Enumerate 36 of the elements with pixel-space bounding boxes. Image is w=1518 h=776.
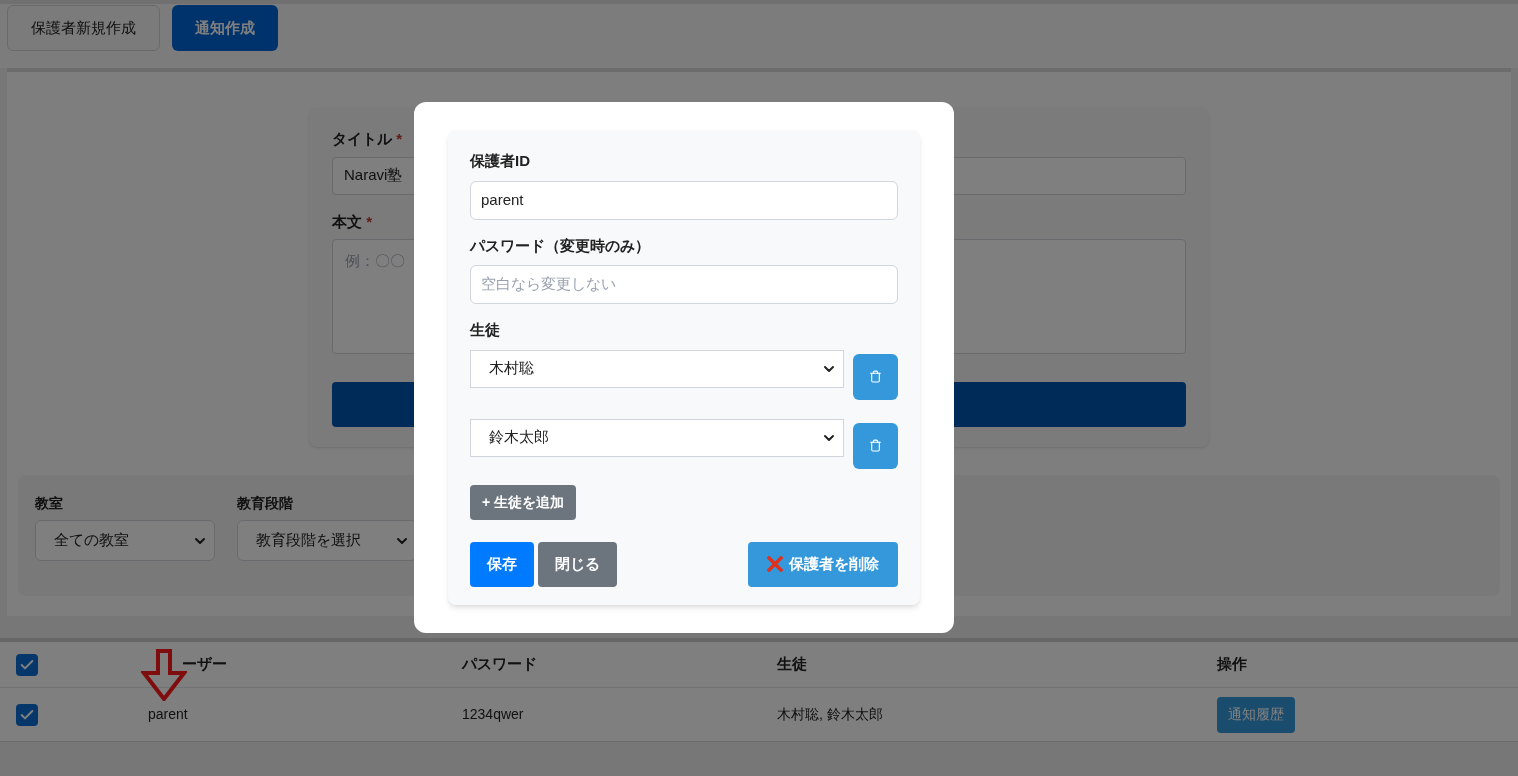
column-header: 操作 — [1217, 655, 1247, 673]
table-cell-text: 1234qwer — [462, 705, 525, 724]
filter-label: 教室 — [35, 494, 64, 513]
table-cell-text: parent — [148, 705, 189, 724]
column-header: パスワード — [462, 655, 537, 673]
filter-select[interactable]: 教育段階を選択 — [237, 520, 417, 561]
cross-icon — [767, 556, 783, 572]
delete-student-button[interactable] — [853, 422, 898, 469]
field-label: 保護者ID — [470, 151, 531, 171]
student-select[interactable]: 木村聡 — [470, 349, 844, 388]
checkbox[interactable] — [16, 703, 38, 726]
required-mark: * — [396, 130, 402, 147]
close-button[interactable]: 閉じる — [538, 541, 617, 587]
password-input[interactable]: 空白なら変更しない — [470, 265, 898, 304]
column-header: ーザー — [182, 655, 227, 673]
id-input[interactable]: parent — [470, 180, 898, 220]
delete-student-button[interactable] — [853, 353, 898, 400]
add-student-button[interactable]: + 生徒を追加 — [470, 484, 577, 520]
delete-parent-button[interactable]: 保護者を削除 — [748, 541, 898, 587]
filter-select[interactable]: 全ての教室 — [35, 520, 215, 561]
table-cell-text: 木村聡, 鈴木太郎 — [777, 705, 884, 724]
history-button[interactable]: 通知履歴 — [1217, 696, 1295, 733]
save-button[interactable]: 保存 — [470, 541, 534, 587]
field-label: パスワード（変更時のみ） — [470, 235, 651, 256]
field-label: タイトル — [332, 130, 392, 147]
trash-icon — [869, 439, 882, 452]
trash-icon — [869, 370, 882, 383]
filter-label: 教育段階 — [237, 494, 294, 513]
checkbox[interactable] — [16, 653, 38, 676]
field-label: 生徒 — [470, 320, 501, 340]
student-select[interactable]: 鈴木太郎 — [470, 418, 844, 457]
tab-button[interactable]: 通知作成 — [172, 5, 278, 51]
field-label: 本文 — [332, 212, 362, 230]
tab-button[interactable]: 保護者新規作成 — [7, 5, 160, 51]
required-mark: * — [366, 212, 372, 230]
column-header: 生徒 — [777, 655, 807, 673]
